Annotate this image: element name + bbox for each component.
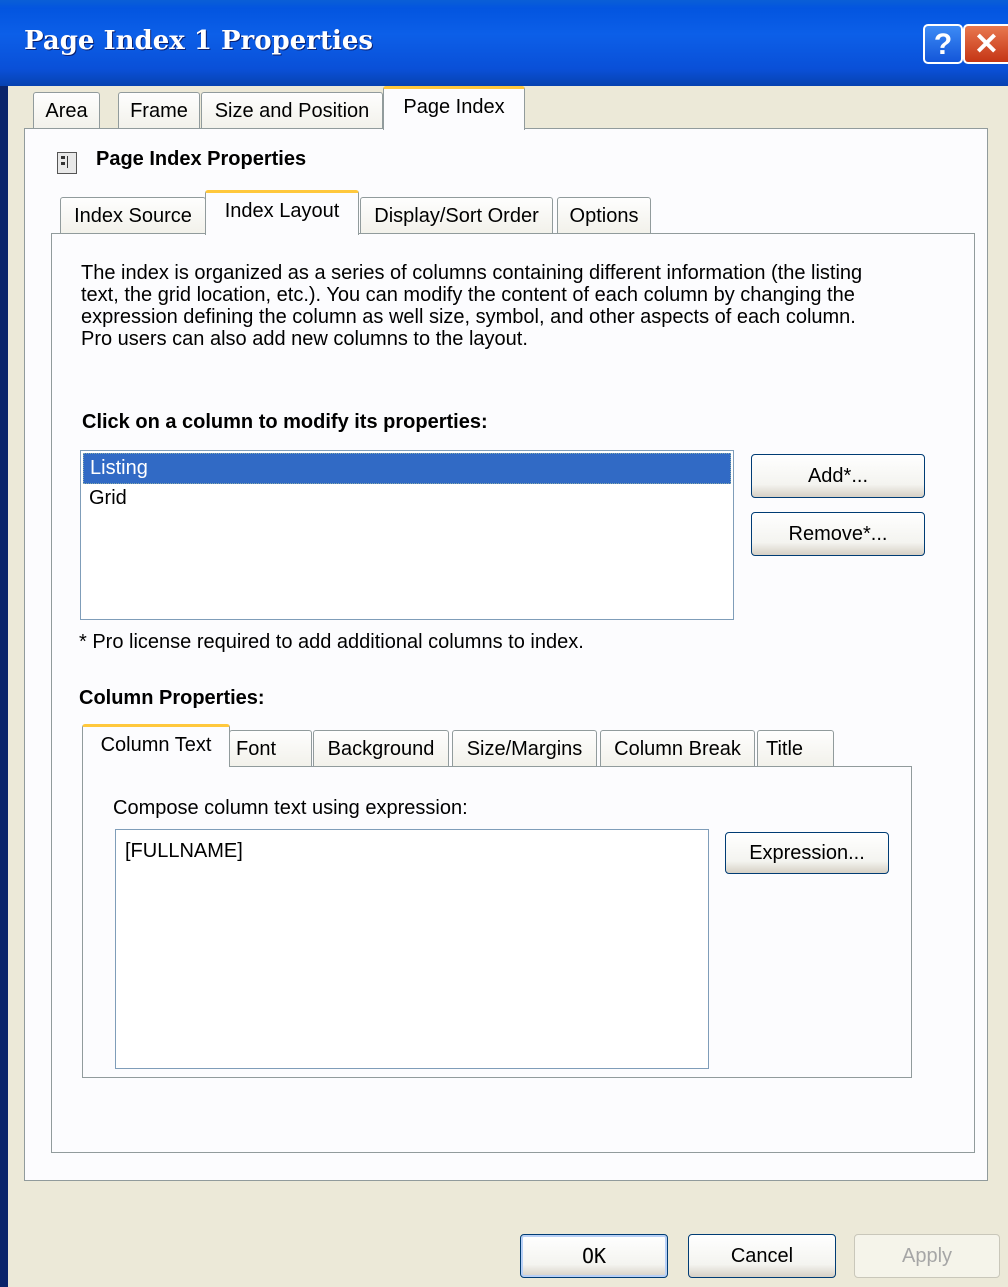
columns-heading: Click on a column to modify its properti…	[82, 411, 488, 433]
tab-size-and-position[interactable]: Size and Position	[201, 92, 383, 129]
columns-listbox[interactable]: Listing Grid	[80, 450, 734, 620]
index-layout-panel: The index is organized as a series of co…	[51, 233, 975, 1153]
dialog-title: Page Index 1 Properties	[24, 26, 374, 56]
title-bar[interactable]: Page Index 1 Properties ? ✕	[0, 0, 1008, 86]
column-properties-heading: Column Properties:	[79, 687, 265, 709]
dialog-client-area: Area Frame Size and Position Page Index …	[8, 86, 1008, 1287]
tab-area[interactable]: Area	[33, 92, 100, 129]
tab-frame[interactable]: Frame	[118, 92, 200, 129]
tab-options-label: Options	[569, 205, 639, 227]
description-line: expression defining the column as well s…	[81, 306, 856, 328]
page-index-panel: Page Index Properties Index Source Index…	[24, 128, 988, 1181]
tab-background-label: Background	[327, 738, 435, 760]
tab-size-and-position-label: Size and Position	[214, 100, 370, 122]
description-text: The index is organized as a series of co…	[81, 262, 862, 350]
tab-font-label: Font	[236, 738, 277, 760]
tab-size-margins-label: Size/Margins	[466, 738, 583, 760]
help-button[interactable]: ?	[923, 24, 963, 64]
tab-area-label: Area	[45, 100, 88, 122]
tab-column-text-label: Column Text	[100, 734, 212, 756]
close-button[interactable]: ✕	[963, 24, 1008, 64]
list-item[interactable]: Listing	[83, 453, 731, 484]
tab-display-sort-order-label: Display/Sort Order	[374, 205, 539, 227]
cancel-button[interactable]: Cancel	[688, 1234, 836, 1278]
tab-display-sort-order[interactable]: Display/Sort Order	[360, 197, 553, 234]
description-line: Pro users can also add new columns to th…	[81, 328, 528, 350]
list-item[interactable]: Grid	[83, 484, 731, 513]
expression-button[interactable]: Expression...	[725, 832, 889, 874]
apply-button[interactable]: Apply	[854, 1234, 1000, 1278]
page-index-icon	[57, 152, 77, 174]
tab-font[interactable]: Font	[229, 730, 312, 767]
tab-page-index[interactable]: Page Index	[383, 86, 525, 130]
compose-label: Compose column text using expression:	[113, 797, 468, 819]
section-title: Page Index Properties	[96, 148, 307, 170]
tab-index-layout[interactable]: Index Layout	[205, 190, 359, 235]
tab-index-layout-label: Index Layout	[224, 200, 340, 222]
tab-column-text[interactable]: Column Text	[82, 724, 230, 767]
tab-index-source-label: Index Source	[74, 205, 192, 227]
expression-value: [FULLNAME]	[125, 840, 243, 862]
pro-license-note: * Pro license required to add additional…	[79, 631, 584, 653]
column-text-panel: Compose column text using expression: [F…	[82, 766, 912, 1078]
tab-options[interactable]: Options	[557, 197, 651, 234]
tab-frame-label: Frame	[130, 100, 188, 122]
tab-page-index-label: Page Index	[403, 96, 505, 118]
tab-title-label: Title	[766, 738, 804, 760]
tab-background[interactable]: Background	[313, 730, 449, 767]
tab-size-margins[interactable]: Size/Margins	[452, 730, 597, 767]
description-line: The index is organized as a series of co…	[81, 262, 863, 284]
properties-dialog: Page Index 1 Properties ? ✕ Area Frame S…	[0, 0, 1008, 1287]
ok-button[interactable]: OK	[520, 1234, 668, 1278]
tab-index-source[interactable]: Index Source	[60, 197, 206, 234]
tab-column-break-label: Column Break	[614, 738, 741, 760]
tab-column-break[interactable]: Column Break	[600, 730, 755, 767]
tab-title[interactable]: Title	[757, 730, 834, 767]
remove-column-button[interactable]: Remove*...	[751, 512, 925, 556]
expression-textbox[interactable]: [FULLNAME]	[115, 829, 709, 1069]
add-column-button[interactable]: Add*...	[751, 454, 925, 498]
description-line: text, the grid location, etc.). You can …	[81, 284, 855, 306]
